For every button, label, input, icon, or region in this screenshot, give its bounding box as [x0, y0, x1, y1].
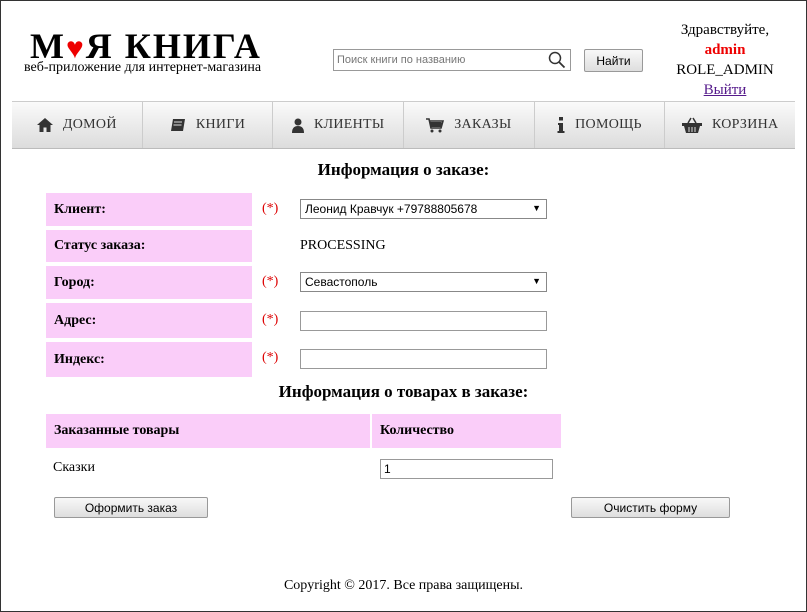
status-value: PROCESSING: [300, 238, 386, 253]
address-label: Адрес:: [46, 303, 252, 338]
cart-icon: [426, 117, 445, 132]
info-icon: [557, 117, 565, 133]
logout-link[interactable]: Выйти: [660, 80, 790, 100]
index-field[interactable]: [300, 349, 547, 369]
user-role: ROLE_ADMIN: [676, 62, 774, 78]
products-column-header: Заказанные товары: [46, 414, 370, 448]
search-icon[interactable]: [548, 51, 566, 69]
nav-item-help[interactable]: ПОМОЩЬ: [535, 102, 666, 148]
user-icon: [291, 118, 304, 133]
footer-copyright: Copyright © 2017. Все права защищены.: [283, 578, 524, 593]
city-select-value: Севастополь: [305, 275, 378, 289]
nav-item-home[interactable]: ДОМОЙ: [12, 102, 143, 148]
nav-label: КНИГИ: [195, 117, 246, 132]
nav-label: ПОМОЩЬ: [575, 117, 642, 132]
nav-label: КОРЗИНА: [711, 117, 779, 132]
greeting-text: Здравствуйте,: [680, 22, 770, 38]
ordered-product-name: Сказки: [53, 460, 95, 475]
client-select-value: Леонид Кравчук +79788805678: [305, 202, 478, 216]
nav-label: ДОМОЙ: [62, 117, 117, 132]
search-input[interactable]: [334, 50, 545, 70]
find-button[interactable]: Найти: [584, 49, 643, 72]
nav-item-basket[interactable]: КОРЗИНА: [665, 102, 795, 148]
site-tagline: веб-приложение для интернет-магазина: [24, 60, 262, 75]
basket-icon: [681, 117, 702, 133]
home-icon: [36, 118, 53, 132]
quantity-field[interactable]: [380, 459, 553, 479]
client-label: Клиент:: [46, 193, 252, 226]
username: admin: [704, 42, 746, 58]
user-panel: Здравствуйте, admin ROLE_ADMIN Выйти: [660, 20, 790, 100]
nav-item-orders[interactable]: ЗАКАЗЫ: [404, 102, 535, 148]
required-mark: (*): [262, 274, 279, 289]
chevron-down-icon: ▼: [532, 276, 541, 286]
book-icon: [170, 119, 185, 131]
items-info-title: Информация о товарах в заказе:: [278, 382, 529, 401]
index-label: Индекс:: [46, 342, 252, 377]
nav-item-clients[interactable]: КЛИЕНТЫ: [273, 102, 405, 148]
main-nav: ДОМОЙ КНИГИ КЛИЕНТЫ ЗАКАЗЫ ПОМОЩЬ КОРЗИН…: [12, 101, 795, 149]
client-select[interactable]: Леонид Кравчук +79788805678 ▼: [300, 199, 547, 219]
order-info-title: Информация о заказе:: [317, 160, 490, 179]
nav-item-books[interactable]: КНИГИ: [143, 102, 274, 148]
required-mark: (*): [262, 312, 279, 327]
quantity-column-header: Количество: [372, 414, 561, 448]
required-mark: (*): [262, 201, 279, 216]
status-label: Статус заказа:: [46, 230, 252, 262]
chevron-down-icon: ▼: [532, 203, 541, 213]
clear-form-button[interactable]: Очистить форму: [571, 497, 730, 518]
city-select[interactable]: Севастополь ▼: [300, 272, 547, 292]
city-label: Город:: [46, 266, 252, 299]
submit-order-button[interactable]: Оформить заказ: [54, 497, 208, 518]
search-box: [333, 49, 571, 71]
address-field[interactable]: [300, 311, 547, 331]
required-mark: (*): [262, 350, 279, 365]
nav-label: ЗАКАЗЫ: [454, 117, 512, 132]
nav-label: КЛИЕНТЫ: [313, 117, 385, 132]
